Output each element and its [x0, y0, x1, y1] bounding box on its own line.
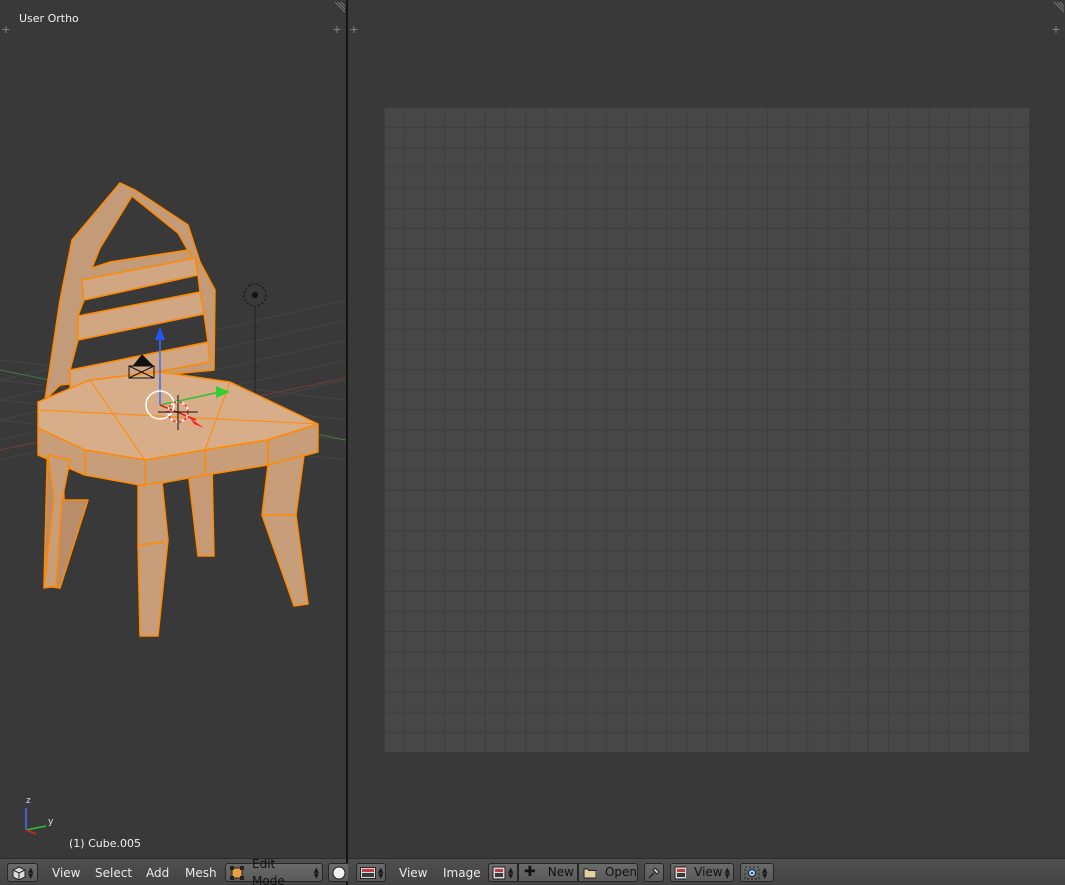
- area-split-plus-icon[interactable]: +: [1, 24, 11, 35]
- menu-mesh[interactable]: Mesh: [185, 865, 217, 881]
- open-label: Open: [604, 865, 637, 879]
- axis-gizmo: [25, 808, 47, 835]
- updown-arrow-icon: ▲ ▼: [28, 865, 34, 880]
- viewport-3d[interactable]: User Ortho z y (1) Cube.005 + +: [0, 0, 346, 858]
- edit-mode-icon: [230, 865, 244, 880]
- viewport-shading-selector[interactable]: [328, 863, 348, 882]
- area-corner-drag-icon[interactable]: [333, 2, 345, 14]
- menu-select[interactable]: Select: [95, 865, 132, 881]
- new-label: New: [547, 865, 574, 879]
- mode-label: Edit Mode: [252, 856, 285, 885]
- cube-icon: [12, 865, 26, 880]
- image-browse-button[interactable]: ▲ ▼: [488, 863, 518, 882]
- updown-arrow-icon: ▲ ▼: [508, 865, 514, 880]
- pivot-icon: [744, 866, 760, 879]
- plus-icon: ✚: [524, 864, 536, 880]
- pivot-point-selector[interactable]: ▲ ▼: [740, 863, 774, 882]
- image-browse-icon: [492, 866, 506, 879]
- uv-image-editor[interactable]: + +: [348, 0, 1065, 858]
- image-editor-header: ▲ ▼ View Image ▲ ▼ ✚ New Open View ▲ ▼ ▲…: [348, 858, 1065, 885]
- area-corner-drag-icon[interactable]: [1052, 2, 1064, 14]
- image-view-icon: [674, 866, 687, 879]
- menu-view[interactable]: View: [52, 865, 80, 881]
- viewport-header: ▲ ▼ View Select Add Mesh Edit Mode ▲ ▼: [0, 857, 348, 885]
- active-object-label: (1) Cube.005: [69, 837, 141, 850]
- pin-toggle[interactable]: [644, 863, 664, 882]
- mode-selector[interactable]: Edit Mode ▲ ▼: [225, 857, 323, 885]
- image-editor-icon: [360, 866, 376, 879]
- updown-arrow-icon: ▲ ▼: [762, 865, 768, 880]
- updown-arrow-icon: ▲ ▼: [313, 865, 319, 880]
- pin-icon: [648, 866, 660, 879]
- scene-canvas[interactable]: [0, 0, 346, 858]
- editor-type-selector[interactable]: ▲ ▼: [356, 863, 386, 882]
- menu-view[interactable]: View: [399, 865, 427, 881]
- updown-arrow-icon: ▲ ▼: [724, 865, 730, 880]
- view-label: View: [694, 865, 723, 879]
- view-mode-selector[interactable]: View ▲ ▼: [670, 863, 734, 882]
- folder-icon: [583, 868, 596, 878]
- open-image-button[interactable]: Open: [578, 863, 638, 882]
- menu-image[interactable]: Image: [443, 865, 481, 881]
- menu-add[interactable]: Add: [146, 865, 169, 881]
- updown-arrow-icon: ▲ ▼: [378, 865, 384, 880]
- uv-grid[interactable]: [384, 107, 1029, 752]
- sphere-icon: [332, 866, 346, 879]
- editor-type-selector[interactable]: ▲ ▼: [7, 863, 38, 882]
- axis-z-label: z: [26, 796, 31, 806]
- area-split-plus-icon[interactable]: +: [349, 24, 359, 35]
- new-image-button[interactable]: ✚ New: [518, 863, 578, 882]
- axis-y-label: y: [48, 817, 54, 827]
- view-title: User Ortho: [19, 12, 79, 25]
- area-split-plus-icon[interactable]: +: [332, 24, 342, 35]
- area-split-plus-icon[interactable]: +: [1051, 24, 1061, 35]
